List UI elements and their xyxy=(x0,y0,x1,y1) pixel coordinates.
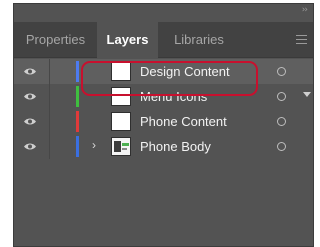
expand-chevron-icon[interactable]: › xyxy=(92,138,96,152)
layer-row-menu-icons[interactable]: Menu Icons xyxy=(14,84,313,109)
column-separator xyxy=(49,84,50,109)
collapse-panel-icon[interactable]: ›› xyxy=(302,5,308,15)
layer-name[interactable]: Phone Content xyxy=(140,114,227,129)
panel-menu-icon[interactable] xyxy=(296,35,307,44)
panel-tab-bar: Properties Layers Libraries xyxy=(14,22,313,58)
layer-color-bar xyxy=(76,136,79,157)
tab-properties[interactable]: Properties xyxy=(14,22,97,58)
eye-visibility-icon[interactable] xyxy=(23,92,37,101)
layer-row-phone-body[interactable]: › Phone Body xyxy=(14,134,313,159)
target-circle-icon[interactable] xyxy=(277,67,286,76)
layer-name[interactable]: Phone Body xyxy=(140,139,211,154)
target-circle-icon[interactable] xyxy=(277,142,286,151)
layer-row-phone-content[interactable]: Phone Content xyxy=(14,109,313,134)
tab-layers[interactable]: Layers xyxy=(97,22,158,58)
layer-name[interactable]: Menu Icons xyxy=(140,89,207,104)
column-separator xyxy=(49,134,50,159)
eye-visibility-icon[interactable] xyxy=(23,142,37,151)
layer-row-design-content[interactable]: Design Content xyxy=(14,59,313,84)
layer-thumbnail xyxy=(111,62,131,81)
layer-name[interactable]: Design Content xyxy=(140,64,230,79)
layer-thumbnail xyxy=(111,87,131,106)
layer-color-bar xyxy=(76,61,79,82)
layers-list: Design Content Menu Icons Phone Content … xyxy=(14,59,313,159)
layer-thumbnail xyxy=(111,137,131,156)
target-circle-icon[interactable] xyxy=(277,92,286,101)
scrollbar-indicator-icon[interactable] xyxy=(303,92,311,97)
panel-title-bar: ›› xyxy=(14,4,313,22)
layers-panel: ›› Properties Layers Libraries Design Co… xyxy=(13,3,314,247)
layer-color-bar xyxy=(76,86,79,107)
layer-color-bar xyxy=(76,111,79,132)
eye-visibility-icon[interactable] xyxy=(23,67,37,76)
target-circle-icon[interactable] xyxy=(277,117,286,126)
column-separator xyxy=(49,59,50,84)
eye-visibility-icon[interactable] xyxy=(23,117,37,126)
layer-thumbnail xyxy=(111,112,131,131)
column-separator xyxy=(49,109,50,134)
tab-libraries[interactable]: Libraries xyxy=(158,22,240,58)
